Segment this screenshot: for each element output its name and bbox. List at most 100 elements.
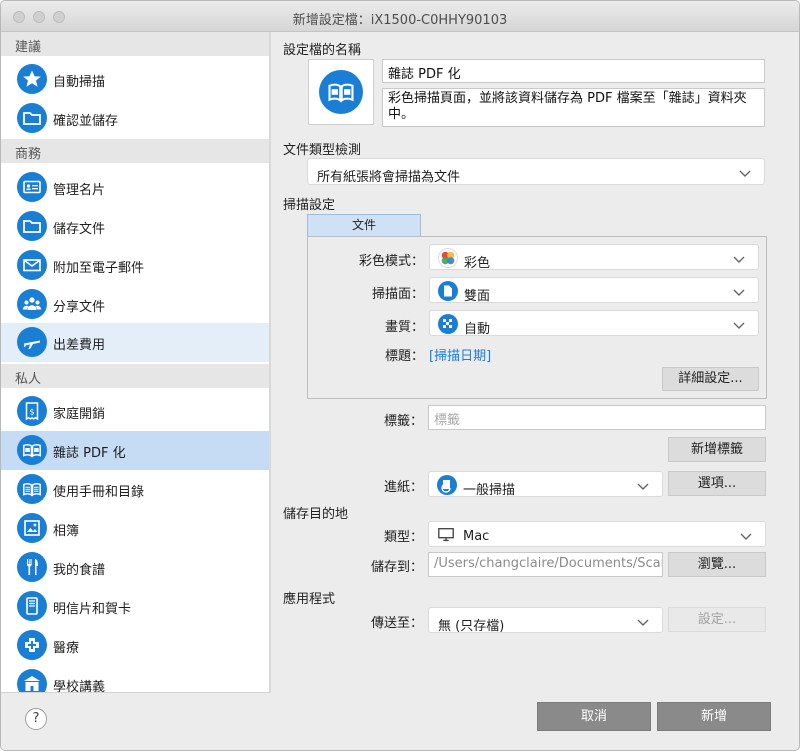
- sidebar-item-label: 雜誌 PDF 化: [53, 446, 126, 461]
- sidebar-item-share-documents[interactable]: 分享文件: [1, 285, 269, 324]
- send-to-dropdown[interactable]: 無 (只存檔): [428, 607, 663, 634]
- tab-document[interactable]: 文件: [307, 214, 421, 236]
- sidebar-item-label: 明信片和賀卡: [53, 602, 132, 617]
- sidebar-item-manuals-catalogs[interactable]: 使用手冊和目錄: [1, 470, 269, 509]
- destination-type-dropdown[interactable]: Mac: [428, 521, 766, 547]
- save-to-path-input[interactable]: /Users/changclaire/Documents/ScanSnap: [428, 552, 663, 577]
- sidebar-item-label: 家庭開銷: [53, 407, 106, 422]
- tags-input[interactable]: 標籤: [428, 405, 766, 430]
- help-button[interactable]: ?: [25, 708, 47, 730]
- folder-icon: [17, 211, 47, 241]
- sidebar-item-label: 相簿: [53, 524, 80, 539]
- title-scan-date-link[interactable]: [掃描日期]: [429, 345, 491, 364]
- chevron-down-icon: [740, 533, 752, 540]
- sidebar-item-label: 我的食譜: [53, 563, 106, 578]
- quality-value: 自動: [464, 322, 491, 337]
- sidebar-item-label: 分享文件: [53, 300, 106, 315]
- section-header-personal: 私人: [1, 364, 269, 388]
- profile-settings-panel: 設定檔的名稱 雜誌 PDF 化 彩色掃描頁面，並將該資料儲存為 PDF 檔案至「…: [271, 32, 799, 750]
- tags-label: 標籤：: [383, 414, 423, 429]
- profile-sidebar[interactable]: 建議 自動掃描 確認並儲存 商務 管理名片 儲存文件 附加至電子郵件 分享文件 …: [1, 32, 269, 692]
- cancel-button[interactable]: 取消: [537, 702, 651, 731]
- scan-side-label: 掃描面：: [371, 287, 424, 302]
- sidebar-item-check-and-save[interactable]: 確認並儲存: [1, 99, 269, 138]
- chevron-down-icon: [739, 170, 751, 177]
- feed-options-button[interactable]: 選項...: [668, 471, 766, 496]
- folder-icon: [17, 103, 47, 133]
- scan-settings-group: 彩色模式： 彩色 掃描面： 雙面 畫質： 自動 標題： [掃描日期] 詳細設定.…: [307, 236, 767, 399]
- business-card-icon: [17, 172, 47, 202]
- profile-icon-frame[interactable]: [308, 59, 374, 125]
- window-title: 新增設定檔：iX1500-C0HHY90103: [292, 13, 508, 28]
- sidebar-item-magazine-pdf[interactable]: 雜誌 PDF 化: [1, 431, 269, 470]
- sidebar-item-auto-scan[interactable]: 自動掃描: [1, 60, 269, 99]
- svg-text:$: $: [29, 408, 34, 417]
- fork-knife-icon: [17, 552, 47, 582]
- airplane-icon: [17, 327, 47, 357]
- sidebar-item-label: 附加至電子郵件: [53, 261, 145, 276]
- profile-name-input[interactable]: 雜誌 PDF 化: [382, 59, 765, 83]
- chevron-down-icon: [733, 289, 745, 296]
- title-label: 標題：: [384, 349, 424, 364]
- sidebar-item-school-handouts[interactable]: 學校講義: [1, 665, 269, 692]
- application-label: 應用程式: [283, 592, 336, 607]
- save-to-label: 儲存到：: [370, 560, 423, 575]
- destination-type-label: 類型：: [383, 530, 423, 545]
- school-icon: [17, 669, 47, 692]
- section-header-suggested: 建議: [1, 32, 269, 56]
- destination-type-value: Mac: [463, 529, 490, 544]
- sidebar-footer: ?: [1, 692, 271, 750]
- doc-type-dropdown[interactable]: 所有紙張將會掃描為文件: [307, 158, 765, 185]
- chevron-down-icon: [733, 256, 745, 263]
- quality-dropdown[interactable]: 自動: [429, 310, 759, 337]
- sidebar-item-postcards[interactable]: 明信片和賀卡: [1, 587, 269, 626]
- doc-type-value: 所有紙張將會掃描為文件: [317, 170, 461, 185]
- sidebar-item-label: 出差費用: [53, 338, 106, 353]
- quality-label: 畫質：: [384, 320, 424, 335]
- profile-window: 新增設定檔：iX1500-C0HHY90103 建議 自動掃描 確認並儲存 商務…: [0, 0, 800, 751]
- description-line-1: 彩色掃描頁面，並將該資料儲存為 PDF 檔案至「雜誌」資料夾: [388, 91, 747, 106]
- feed-dropdown[interactable]: 一般掃描: [428, 471, 663, 498]
- application-settings-button[interactable]: 設定...: [668, 607, 766, 632]
- color-mode-label: 彩色模式：: [358, 254, 424, 269]
- section-header-business: 商務: [1, 139, 269, 163]
- open-book-icon: [17, 435, 47, 465]
- sidebar-item-save-documents[interactable]: 儲存文件: [1, 207, 269, 246]
- sidebar-item-household-expenses[interactable]: $ 家庭開銷: [1, 392, 269, 431]
- chevron-down-icon: [733, 322, 745, 329]
- auto-quality-icon: [438, 314, 458, 334]
- sidebar-item-recipes[interactable]: 我的食譜: [1, 548, 269, 587]
- sidebar-item-label: 確認並儲存: [53, 114, 119, 129]
- sidebar-item-label: 使用手冊和目錄: [53, 485, 145, 500]
- medical-icon: [17, 630, 47, 660]
- sidebar-item-label: 醫療: [53, 641, 80, 656]
- sidebar-item-attach-email[interactable]: 附加至電子郵件: [1, 246, 269, 285]
- add-tag-button[interactable]: 新增標籤: [668, 437, 766, 462]
- receipt-icon: $: [17, 396, 47, 426]
- color-mode-dropdown[interactable]: 彩色: [429, 244, 759, 271]
- description-line-2: 中。: [388, 107, 415, 122]
- detail-settings-button[interactable]: 詳細設定...: [662, 367, 759, 391]
- feed-label: 進紙：: [383, 480, 423, 495]
- sidebar-item-label: 管理名片: [53, 183, 106, 198]
- title-bar: 新增設定檔：iX1500-C0HHY90103: [1, 1, 799, 32]
- feed-page-icon: [437, 475, 457, 495]
- sidebar-item-travel-expenses[interactable]: 出差費用: [1, 323, 269, 362]
- sidebar-item-business-cards[interactable]: 管理名片: [1, 168, 269, 207]
- duplex-page-icon: [438, 281, 458, 301]
- scan-side-dropdown[interactable]: 雙面: [429, 277, 759, 304]
- color-wheel-icon: [438, 248, 458, 268]
- photo-album-icon: [17, 513, 47, 543]
- sidebar-item-medical[interactable]: 醫療: [1, 626, 269, 665]
- sidebar-item-label: 儲存文件: [53, 222, 106, 237]
- profile-description-input[interactable]: 彩色掃描頁面，並將該資料儲存為 PDF 檔案至「雜誌」資料夾 中。: [382, 88, 765, 127]
- sidebar-item-label: 自動掃描: [53, 75, 106, 90]
- computer-icon: [438, 528, 454, 542]
- manual-book-icon: [17, 474, 47, 504]
- add-profile-button[interactable]: 新增: [657, 702, 771, 731]
- sidebar-item-photo-album[interactable]: 相簿: [1, 509, 269, 548]
- color-mode-value: 彩色: [464, 256, 491, 271]
- doc-type-label: 文件類型檢測: [283, 143, 362, 158]
- sidebar-item-label: 學校講義: [53, 680, 106, 692]
- browse-button[interactable]: 瀏覽...: [668, 552, 766, 577]
